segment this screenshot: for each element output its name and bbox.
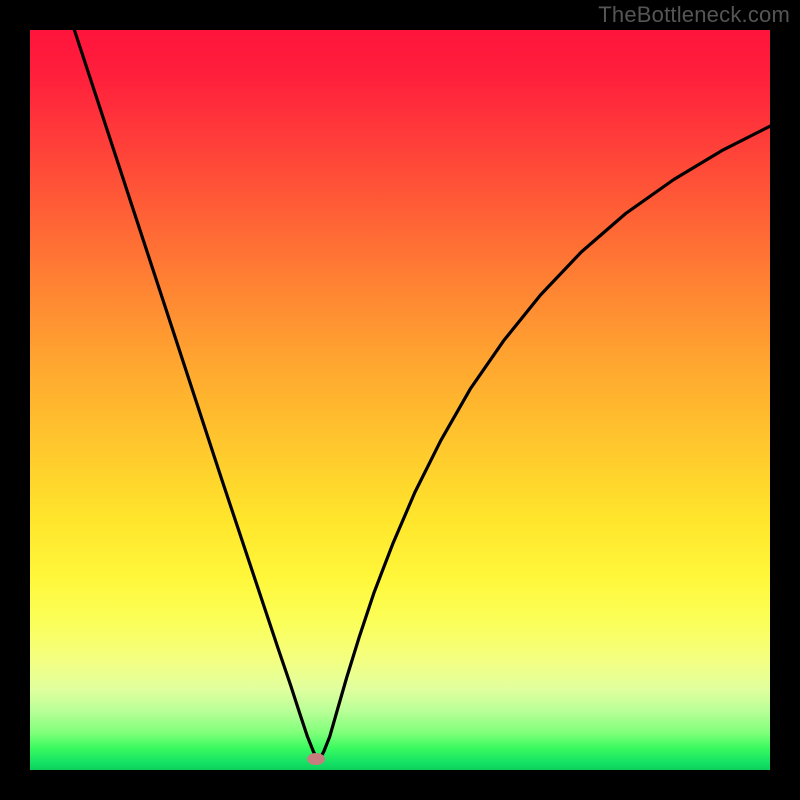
- chart-frame: TheBottleneck.com: [0, 0, 800, 800]
- plot-area: [30, 30, 770, 770]
- watermark-text: TheBottleneck.com: [598, 2, 790, 28]
- bottleneck-curve: [74, 30, 770, 761]
- curve-svg: [30, 30, 770, 770]
- optimal-point-marker: [307, 753, 325, 765]
